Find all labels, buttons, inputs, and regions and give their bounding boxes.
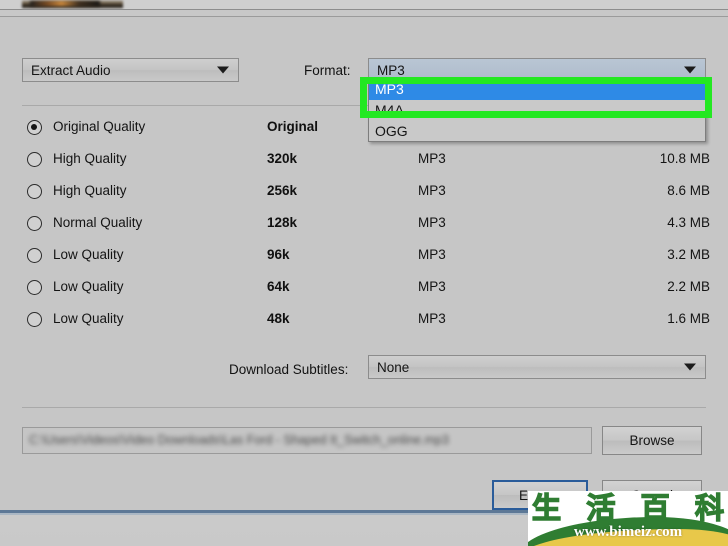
- site-watermark: 生 活 百 科 www.bimeiz.com: [528, 491, 728, 546]
- quality-bitrate: 96k: [267, 247, 290, 262]
- action-mode-value: Extract Audio: [31, 62, 111, 78]
- quality-format: MP3: [418, 183, 446, 198]
- quality-bitrate: 48k: [267, 311, 290, 326]
- radio-icon[interactable]: [27, 248, 42, 263]
- radio-icon[interactable]: [27, 312, 42, 327]
- screenshot-root: Extract Audio Format: MP3 MP3 M4A OGG Or…: [0, 0, 728, 546]
- quality-size: 4.3 MB: [667, 215, 710, 230]
- quality-format: MP3: [418, 151, 446, 166]
- quality-label: Low Quality: [53, 279, 124, 294]
- radio-icon[interactable]: [27, 152, 42, 167]
- quality-format: MP3: [418, 311, 446, 326]
- format-option-ogg[interactable]: OGG: [369, 121, 705, 142]
- format-option-mp3[interactable]: MP3: [369, 79, 705, 100]
- extract-audio-dialog: Extract Audio Format: MP3 MP3 M4A OGG Or…: [0, 17, 728, 511]
- quality-bitrate: 320k: [267, 151, 298, 166]
- output-path-value: C:\Users\Videos\Video Downloads\Las Ford…: [29, 433, 449, 447]
- format-dropdown-list[interactable]: MP3 M4A OGG: [368, 79, 706, 142]
- quality-size: 3.2 MB: [667, 247, 710, 262]
- download-subtitles-label: Download Subtitles:: [229, 362, 349, 377]
- quality-size: 2.2 MB: [667, 279, 710, 294]
- quality-size: 1.6 MB: [667, 311, 710, 326]
- watermark-char-2: 活: [586, 491, 616, 526]
- download-subtitles-combobox[interactable]: None: [368, 355, 706, 379]
- quality-row-256k[interactable]: High Quality 256k MP3 8.6 MB: [22, 177, 710, 209]
- quality-row-64k[interactable]: Low Quality 64k MP3 2.2 MB: [22, 273, 710, 305]
- chevron-down-icon: [684, 66, 696, 74]
- radio-icon[interactable]: [27, 280, 42, 295]
- quality-label: High Quality: [53, 183, 127, 198]
- quality-size: 10.8 MB: [659, 151, 710, 166]
- quality-label: Low Quality: [53, 247, 124, 262]
- radio-icon[interactable]: [27, 120, 42, 135]
- format-option-m4a[interactable]: M4A: [369, 100, 705, 121]
- quality-row-48k[interactable]: Low Quality 48k MP3 1.6 MB: [22, 305, 710, 337]
- quality-bitrate: 128k: [267, 215, 298, 230]
- watermark-char-3: 百: [640, 491, 670, 526]
- browse-button[interactable]: Browse: [602, 426, 702, 455]
- action-mode-combobox[interactable]: Extract Audio: [22, 58, 239, 82]
- divider-above-output-path: [22, 407, 706, 408]
- output-path-input[interactable]: C:\Users\Videos\Video Downloads\Las Ford…: [22, 427, 592, 454]
- quality-row-128k[interactable]: Normal Quality 128k MP3 4.3 MB: [22, 209, 710, 241]
- top-thumbnail-strip: [0, 0, 728, 9]
- format-label: Format:: [304, 63, 351, 78]
- quality-bitrate: 256k: [267, 183, 298, 198]
- quality-bitrate: 64k: [267, 279, 290, 294]
- watermark-char-1: 生: [531, 491, 562, 526]
- quality-format: MP3: [418, 215, 446, 230]
- quality-label: Low Quality: [53, 311, 124, 326]
- download-subtitles-value: None: [377, 359, 410, 375]
- quality-label: Original Quality: [53, 119, 146, 134]
- watermark-logo-text: 生 活 百 科: [531, 491, 724, 526]
- quality-label: High Quality: [53, 151, 127, 166]
- quality-row-96k[interactable]: Low Quality 96k MP3 3.2 MB: [22, 241, 710, 273]
- quality-format: MP3: [418, 279, 446, 294]
- format-combobox-value: MP3: [377, 62, 405, 78]
- radio-icon[interactable]: [27, 184, 42, 199]
- chevron-down-icon: [684, 363, 696, 371]
- chevron-down-icon: [217, 66, 229, 74]
- quality-bitrate: Original: [267, 119, 319, 134]
- video-thumbnail-overlay: [30, 1, 100, 6]
- quality-format: MP3: [418, 247, 446, 262]
- watermark-url: www.bimeiz.com: [573, 524, 683, 540]
- quality-row-320k[interactable]: High Quality 320k MP3 10.8 MB: [22, 145, 710, 177]
- quality-label: Normal Quality: [53, 215, 143, 230]
- quality-size: 8.6 MB: [667, 183, 710, 198]
- radio-icon[interactable]: [27, 216, 42, 231]
- watermark-char-4: 科: [694, 491, 724, 526]
